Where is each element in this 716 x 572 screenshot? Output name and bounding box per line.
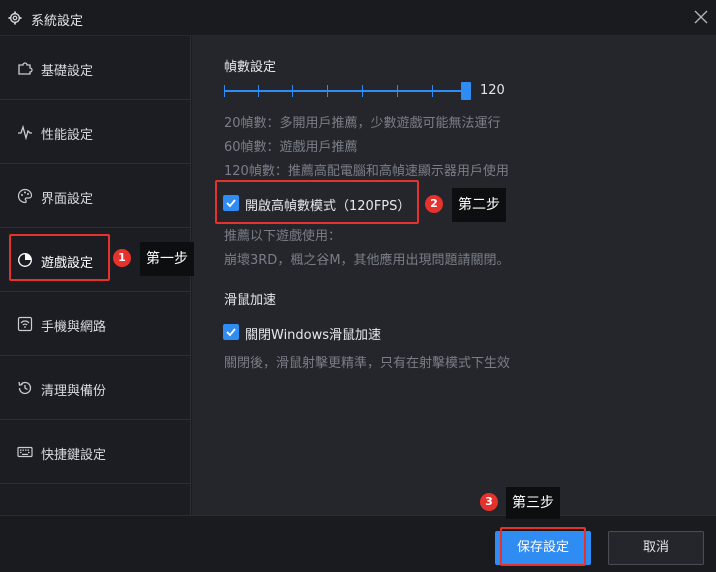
- fps-hint-60: 60幀數：遊戲用戶推薦: [224, 140, 358, 155]
- pulse-icon: [18, 124, 32, 140]
- close-icon[interactable]: [694, 10, 708, 24]
- sidebar-item-label: 快捷鍵設定: [41, 448, 107, 463]
- slider-thumb[interactable]: [461, 82, 471, 100]
- sidebar-item-label: 性能設定: [41, 128, 94, 143]
- step3-label: 第三步: [506, 487, 560, 519]
- sidebar-item-label: 清理與備份: [41, 384, 107, 399]
- puzzle-icon: [18, 62, 33, 75]
- cancel-button[interactable]: 取消: [608, 531, 704, 565]
- step2-badge: 2: [425, 195, 443, 213]
- step2-highlight: [215, 180, 419, 224]
- palette-icon: [17, 188, 33, 204]
- sidebar-item-label: 手機與網路: [41, 320, 107, 335]
- recommend-games: 崩壞3RD，楓之谷M，其他應用出現問題請關閉。: [224, 253, 510, 268]
- sidebar-item-label: 基礎設定: [41, 64, 94, 79]
- slider-tick: [397, 85, 398, 97]
- sidebar-item-interface[interactable]: 界面設定: [0, 164, 190, 228]
- settings-panel: [192, 36, 716, 515]
- mouse-accel-checkbox[interactable]: [223, 324, 239, 340]
- mouse-accel-label[interactable]: 關閉Windows滑鼠加速: [245, 324, 381, 343]
- sidebar-item-basic[interactable]: 基礎設定: [0, 36, 190, 100]
- frame-rate-value: 120: [480, 83, 505, 98]
- step3-badge: 3: [480, 493, 498, 511]
- check-icon: [226, 328, 236, 337]
- slider-tick: [292, 85, 293, 97]
- slider-tick: [432, 85, 433, 97]
- sidebar-item-hotkeys[interactable]: 快捷鍵設定: [0, 420, 190, 484]
- step1-label: 第一步: [140, 242, 194, 276]
- slider-tick: [258, 85, 259, 97]
- recommend-title: 推薦以下遊戲使用：: [224, 229, 342, 244]
- step2-label: 第二步: [452, 188, 506, 222]
- slider-tick: [327, 85, 328, 97]
- window-title: 系統設定: [31, 14, 84, 29]
- slider-tick: [224, 85, 225, 97]
- frame-rate-title: 幀數設定: [224, 60, 277, 75]
- gear-icon: [8, 11, 22, 25]
- mouse-accel-hint: 關閉後，滑鼠射擊更精準，只有在射擊模式下生效: [224, 356, 511, 371]
- sidebar-item-network[interactable]: 手機與網路: [0, 292, 190, 356]
- step1-badge: 1: [113, 249, 131, 267]
- step3-highlight: [500, 527, 586, 566]
- sidebar-item-performance[interactable]: 性能設定: [0, 100, 190, 164]
- fps-hint-120: 120幀數：推薦高配電腦和高幀速顯示器用戶使用: [224, 164, 509, 179]
- step1-highlight: [9, 234, 110, 281]
- sidebar-item-cleanup[interactable]: 清理與備份: [0, 356, 190, 420]
- keyboard-icon: [17, 446, 33, 458]
- slider-track[interactable]: [224, 90, 466, 92]
- history-icon: [18, 381, 32, 395]
- mouse-accel-title: 滑鼠加速: [224, 293, 277, 308]
- fps-hint-20: 20幀數：多開用戶推薦，少數遊戲可能無法運行: [224, 116, 501, 131]
- wifi-icon: [17, 316, 33, 332]
- sidebar-item-label: 界面設定: [41, 192, 94, 207]
- title-bar: 系統設定: [0, 0, 716, 36]
- slider-tick: [362, 85, 363, 97]
